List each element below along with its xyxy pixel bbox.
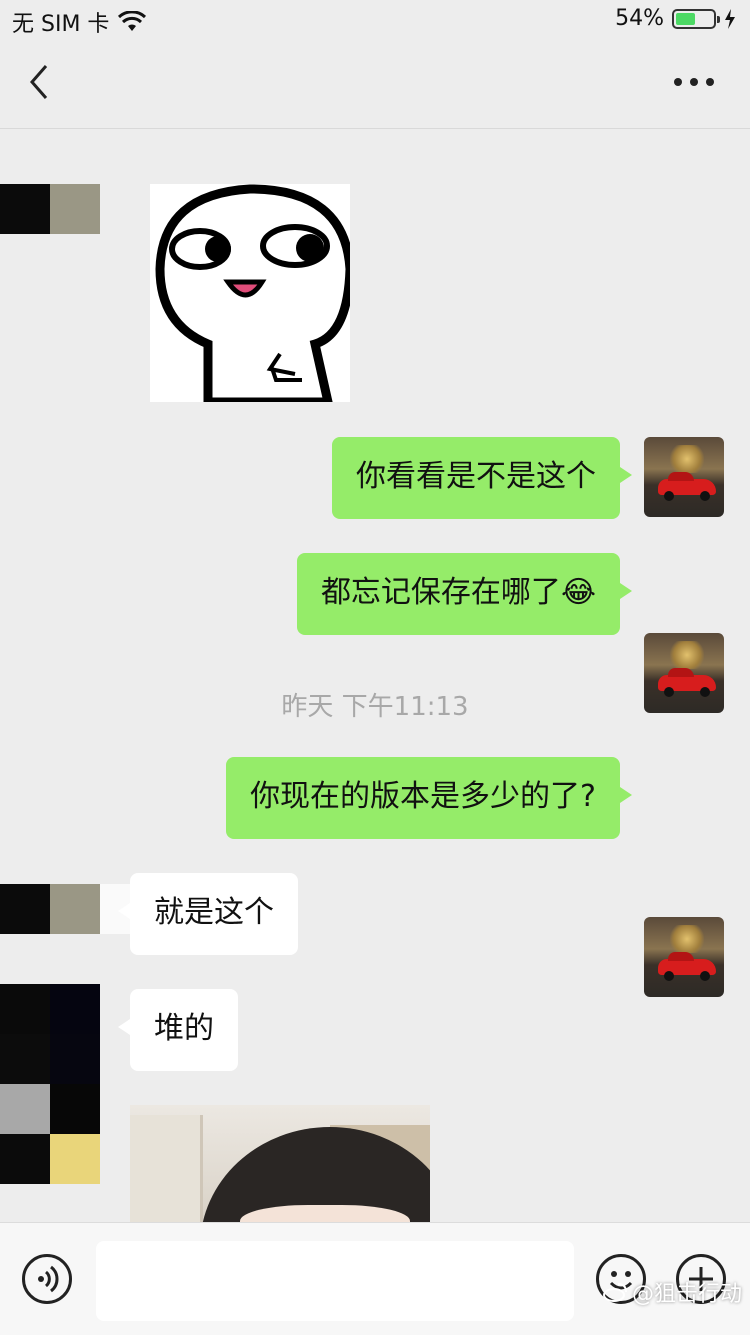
- watermark: @狙击行动: [602, 1276, 742, 1308]
- my-avatar[interactable]: [644, 437, 724, 517]
- laughing-crying-emoji: 😂: [560, 575, 596, 610]
- sticker-image[interactable]: [150, 184, 355, 407]
- weibo-logo-icon: [602, 1283, 627, 1302]
- contact-avatar[interactable]: [0, 984, 100, 1184]
- message-input[interactable]: [96, 1241, 574, 1321]
- status-left: 无 SIM 卡: [12, 6, 147, 38]
- chat-nav-bar: [0, 40, 750, 129]
- charging-bolt-icon: [725, 8, 735, 29]
- message-bubble-received[interactable]: 堆的: [118, 989, 238, 1071]
- status-right: 54%: [615, 6, 736, 31]
- person-face: [240, 1205, 410, 1222]
- photo-message[interactable]: [130, 1105, 430, 1222]
- watermark-text: @狙击行动: [631, 1282, 742, 1307]
- message-text: 你看看是不是这个: [356, 459, 596, 494]
- battery-percent: 54%: [615, 6, 664, 31]
- message-bubble-sent[interactable]: 都忘记保存在哪了😂: [296, 553, 633, 635]
- message-text: 都忘记保存在哪了: [320, 575, 561, 610]
- message-text: 就是这个: [154, 895, 274, 930]
- voice-icon: [38, 1265, 59, 1293]
- message-bubble-received[interactable]: 就是这个: [118, 873, 298, 955]
- voice-button[interactable]: [22, 1254, 72, 1304]
- wifi-icon: [118, 11, 147, 31]
- message-bubble-sent[interactable]: 你现在的版本是多少的了?: [226, 757, 632, 839]
- message-timestamp: 昨天 下午11:13: [281, 692, 469, 722]
- battery-icon: [672, 8, 720, 29]
- more-button[interactable]: [672, 70, 716, 94]
- message-text: 堆的: [154, 1011, 214, 1046]
- more-dots-icon: [674, 78, 714, 86]
- carrier-label: 无 SIM 卡: [12, 12, 110, 37]
- battery-fill: [676, 12, 695, 25]
- back-button[interactable]: [26, 62, 66, 106]
- status-bar: 无 SIM 卡 54%: [0, 0, 750, 40]
- chevron-left-icon: [30, 65, 48, 99]
- contact-avatar[interactable]: [0, 184, 100, 234]
- message-text: 你现在的版本是多少的了?: [250, 779, 596, 814]
- sticker-character: [155, 184, 355, 407]
- message-bubble-sent[interactable]: 你看看是不是这个: [332, 437, 632, 519]
- my-avatar[interactable]: [644, 917, 724, 997]
